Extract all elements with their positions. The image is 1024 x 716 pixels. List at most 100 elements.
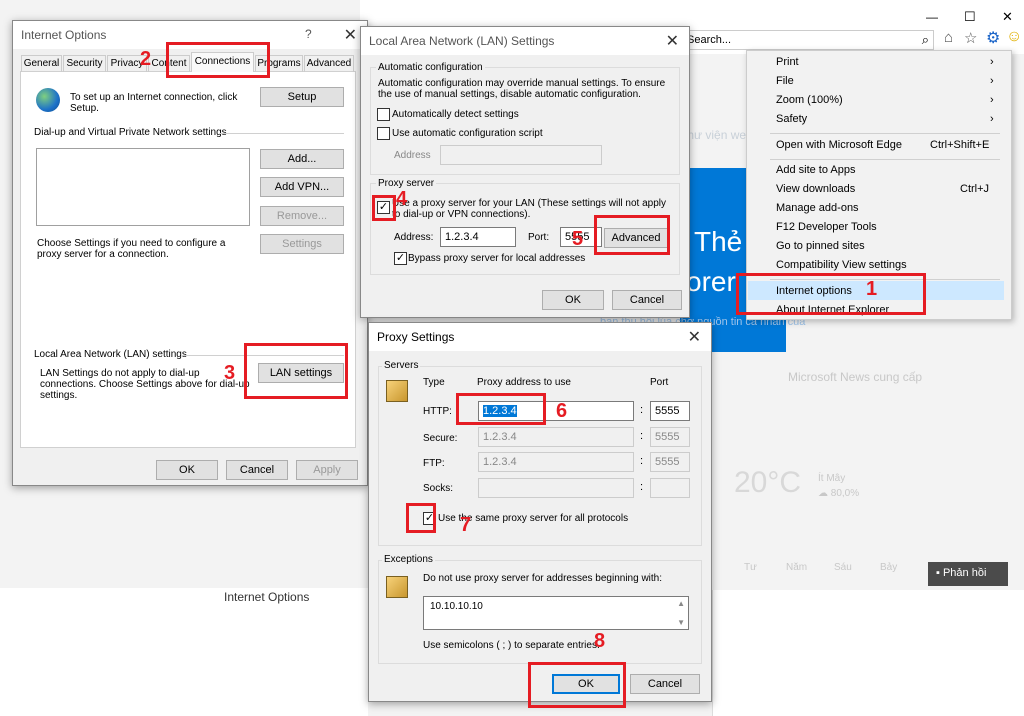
- annotation-box-lan-settings: [244, 343, 348, 399]
- menu-separator: [770, 133, 1000, 134]
- lan-group-label: Local Area Network (LAN) settings: [34, 349, 187, 360]
- socks-address-input[interactable]: [478, 478, 634, 498]
- auto-config-label: Automatic configuration: [376, 62, 485, 73]
- annotation-box-http-address: [456, 393, 546, 425]
- home-icon[interactable]: ⌂: [944, 29, 953, 46]
- colon: :: [640, 430, 644, 442]
- tab-security[interactable]: Security: [63, 55, 106, 72]
- add-button[interactable]: Add...: [260, 149, 344, 169]
- auto-config-text: Automatic configuration may override man…: [378, 78, 666, 100]
- colon: :: [640, 481, 644, 493]
- dialog-title: Internet Options: [21, 28, 107, 42]
- menu-item-downloads[interactable]: View downloads: [776, 183, 855, 195]
- menu-item-f12[interactable]: F12 Developer Tools: [776, 221, 877, 233]
- gear-icon[interactable]: ⚙: [986, 28, 1000, 48]
- annotation-box-ok: [528, 662, 626, 708]
- favorites-star-icon[interactable]: ☆: [964, 29, 977, 47]
- exceptions-textarea[interactable]: 10.10.10.10 ▲ ▼: [423, 596, 689, 630]
- auto-detect-label: Automatically detect settings: [392, 109, 519, 120]
- chevron-right-icon: ›: [990, 75, 994, 87]
- connections-list[interactable]: [36, 148, 250, 226]
- scroll-down-icon[interactable]: ▼: [677, 618, 685, 627]
- cancel-button[interactable]: Cancel: [612, 290, 682, 310]
- choose-settings-text: Choose Settings if you need to configure…: [37, 238, 226, 260]
- setup-button[interactable]: Setup: [260, 87, 344, 107]
- annotation-step-2: 2: [140, 48, 152, 70]
- apply-button[interactable]: Apply: [296, 460, 358, 480]
- window-maximize-button[interactable]: ☐: [964, 9, 976, 25]
- menu-item-print[interactable]: Print: [776, 56, 799, 68]
- close-icon[interactable]: ✕: [666, 31, 679, 51]
- menu-shortcut: Ctrl+Shift+E: [930, 139, 990, 151]
- address-header: Proxy address to use: [477, 377, 571, 388]
- tab-advanced[interactable]: Advanced: [304, 55, 354, 72]
- tab-general[interactable]: General: [21, 55, 62, 72]
- settings-button[interactable]: Settings: [260, 234, 344, 254]
- http-label: HTTP:: [423, 406, 452, 417]
- bottom-internet-options-title: Internet Options: [224, 590, 310, 604]
- exceptions-text: Do not use proxy server for addresses be…: [423, 573, 663, 584]
- add-vpn-button[interactable]: Add VPN...: [260, 177, 344, 197]
- search-input[interactable]: Search... ⌕: [684, 30, 934, 50]
- socks-port-input[interactable]: [650, 478, 690, 498]
- exceptions-label: Exceptions: [382, 554, 435, 565]
- annotation-box-connections-tab: [166, 42, 270, 78]
- exceptions-value: 10.10.10.10: [430, 601, 483, 612]
- menu-separator: [770, 159, 1000, 160]
- menu-item-compat[interactable]: Compatibility View settings: [776, 259, 907, 271]
- cancel-button[interactable]: Cancel: [630, 674, 700, 694]
- menu-item-safety[interactable]: Safety: [776, 113, 807, 125]
- proxy-address-input[interactable]: 1.2.3.4: [440, 227, 516, 247]
- ftp-port-input[interactable]: 5555: [650, 452, 690, 472]
- auto-detect-checkbox[interactable]: [377, 108, 390, 121]
- close-icon[interactable]: ✕: [688, 327, 701, 347]
- ok-button[interactable]: OK: [156, 460, 218, 480]
- bottom-content-panel: [0, 588, 368, 716]
- bypass-checkbox[interactable]: [394, 252, 407, 265]
- weather-day: Sáu: [834, 562, 852, 573]
- auto-script-checkbox[interactable]: [377, 127, 390, 140]
- menu-shortcut: Ctrl+J: [960, 183, 990, 195]
- port-header: Port: [650, 377, 669, 388]
- banner-text-the: Thẻ: [694, 226, 743, 257]
- menu-item-pinned[interactable]: Go to pinned sites: [776, 240, 865, 252]
- cancel-button[interactable]: Cancel: [226, 460, 288, 480]
- type-header: Type: [423, 377, 445, 388]
- setup-text: To set up an Internet connection, click …: [70, 92, 238, 114]
- http-port-input[interactable]: 5555: [650, 401, 690, 421]
- proxy-address-label: Address:: [394, 232, 434, 243]
- menu-item-addons[interactable]: Manage add-ons: [776, 202, 859, 214]
- feedback-label: Phản hồi: [942, 567, 987, 579]
- dialog-title: Proxy Settings: [377, 330, 455, 344]
- weather-line-2: ☁ 80,0%: [818, 488, 860, 499]
- annotation-box-same-proxy: [406, 503, 436, 533]
- colon: :: [640, 455, 644, 467]
- menu-item-add-site[interactable]: Add site to Apps: [776, 164, 856, 176]
- window-minimize-button[interactable]: —: [926, 10, 938, 24]
- feedback-button[interactable]: ▪ Phản hồi: [928, 562, 1008, 586]
- scroll-up-icon[interactable]: ▲: [677, 599, 685, 608]
- window-close-button[interactable]: ✕: [1002, 9, 1013, 25]
- titlebar: Local Area Network (LAN) Settings ✕: [361, 27, 689, 55]
- bypass-label: Bypass proxy server for local addresses: [408, 253, 586, 264]
- script-address-input[interactable]: [440, 145, 602, 165]
- remove-button[interactable]: Remove...: [260, 206, 344, 226]
- ftp-address-input[interactable]: 1.2.3.4: [478, 452, 634, 472]
- semicolon-text: Use semicolons ( ; ) to separate entries…: [423, 640, 600, 651]
- exceptions-icon: [386, 576, 408, 598]
- annotation-box-use-proxy: [372, 195, 396, 221]
- close-icon[interactable]: ✕: [344, 25, 357, 45]
- secure-address-input[interactable]: 1.2.3.4: [478, 427, 634, 447]
- secure-port-input[interactable]: 5555: [650, 427, 690, 447]
- menu-item-open-edge[interactable]: Open with Microsoft Edge: [776, 139, 902, 151]
- smiley-icon[interactable]: ☺: [1006, 28, 1022, 46]
- search-icon[interactable]: ⌕: [922, 32, 929, 48]
- group-line: [220, 133, 344, 134]
- feedback-icon: ▪: [936, 567, 943, 579]
- network-icon: [386, 380, 408, 402]
- menu-item-zoom[interactable]: Zoom (100%): [776, 94, 843, 106]
- script-address-label: Address: [394, 150, 431, 161]
- help-icon[interactable]: ?: [305, 27, 312, 41]
- menu-item-file[interactable]: File: [776, 75, 794, 87]
- ok-button[interactable]: OK: [542, 290, 604, 310]
